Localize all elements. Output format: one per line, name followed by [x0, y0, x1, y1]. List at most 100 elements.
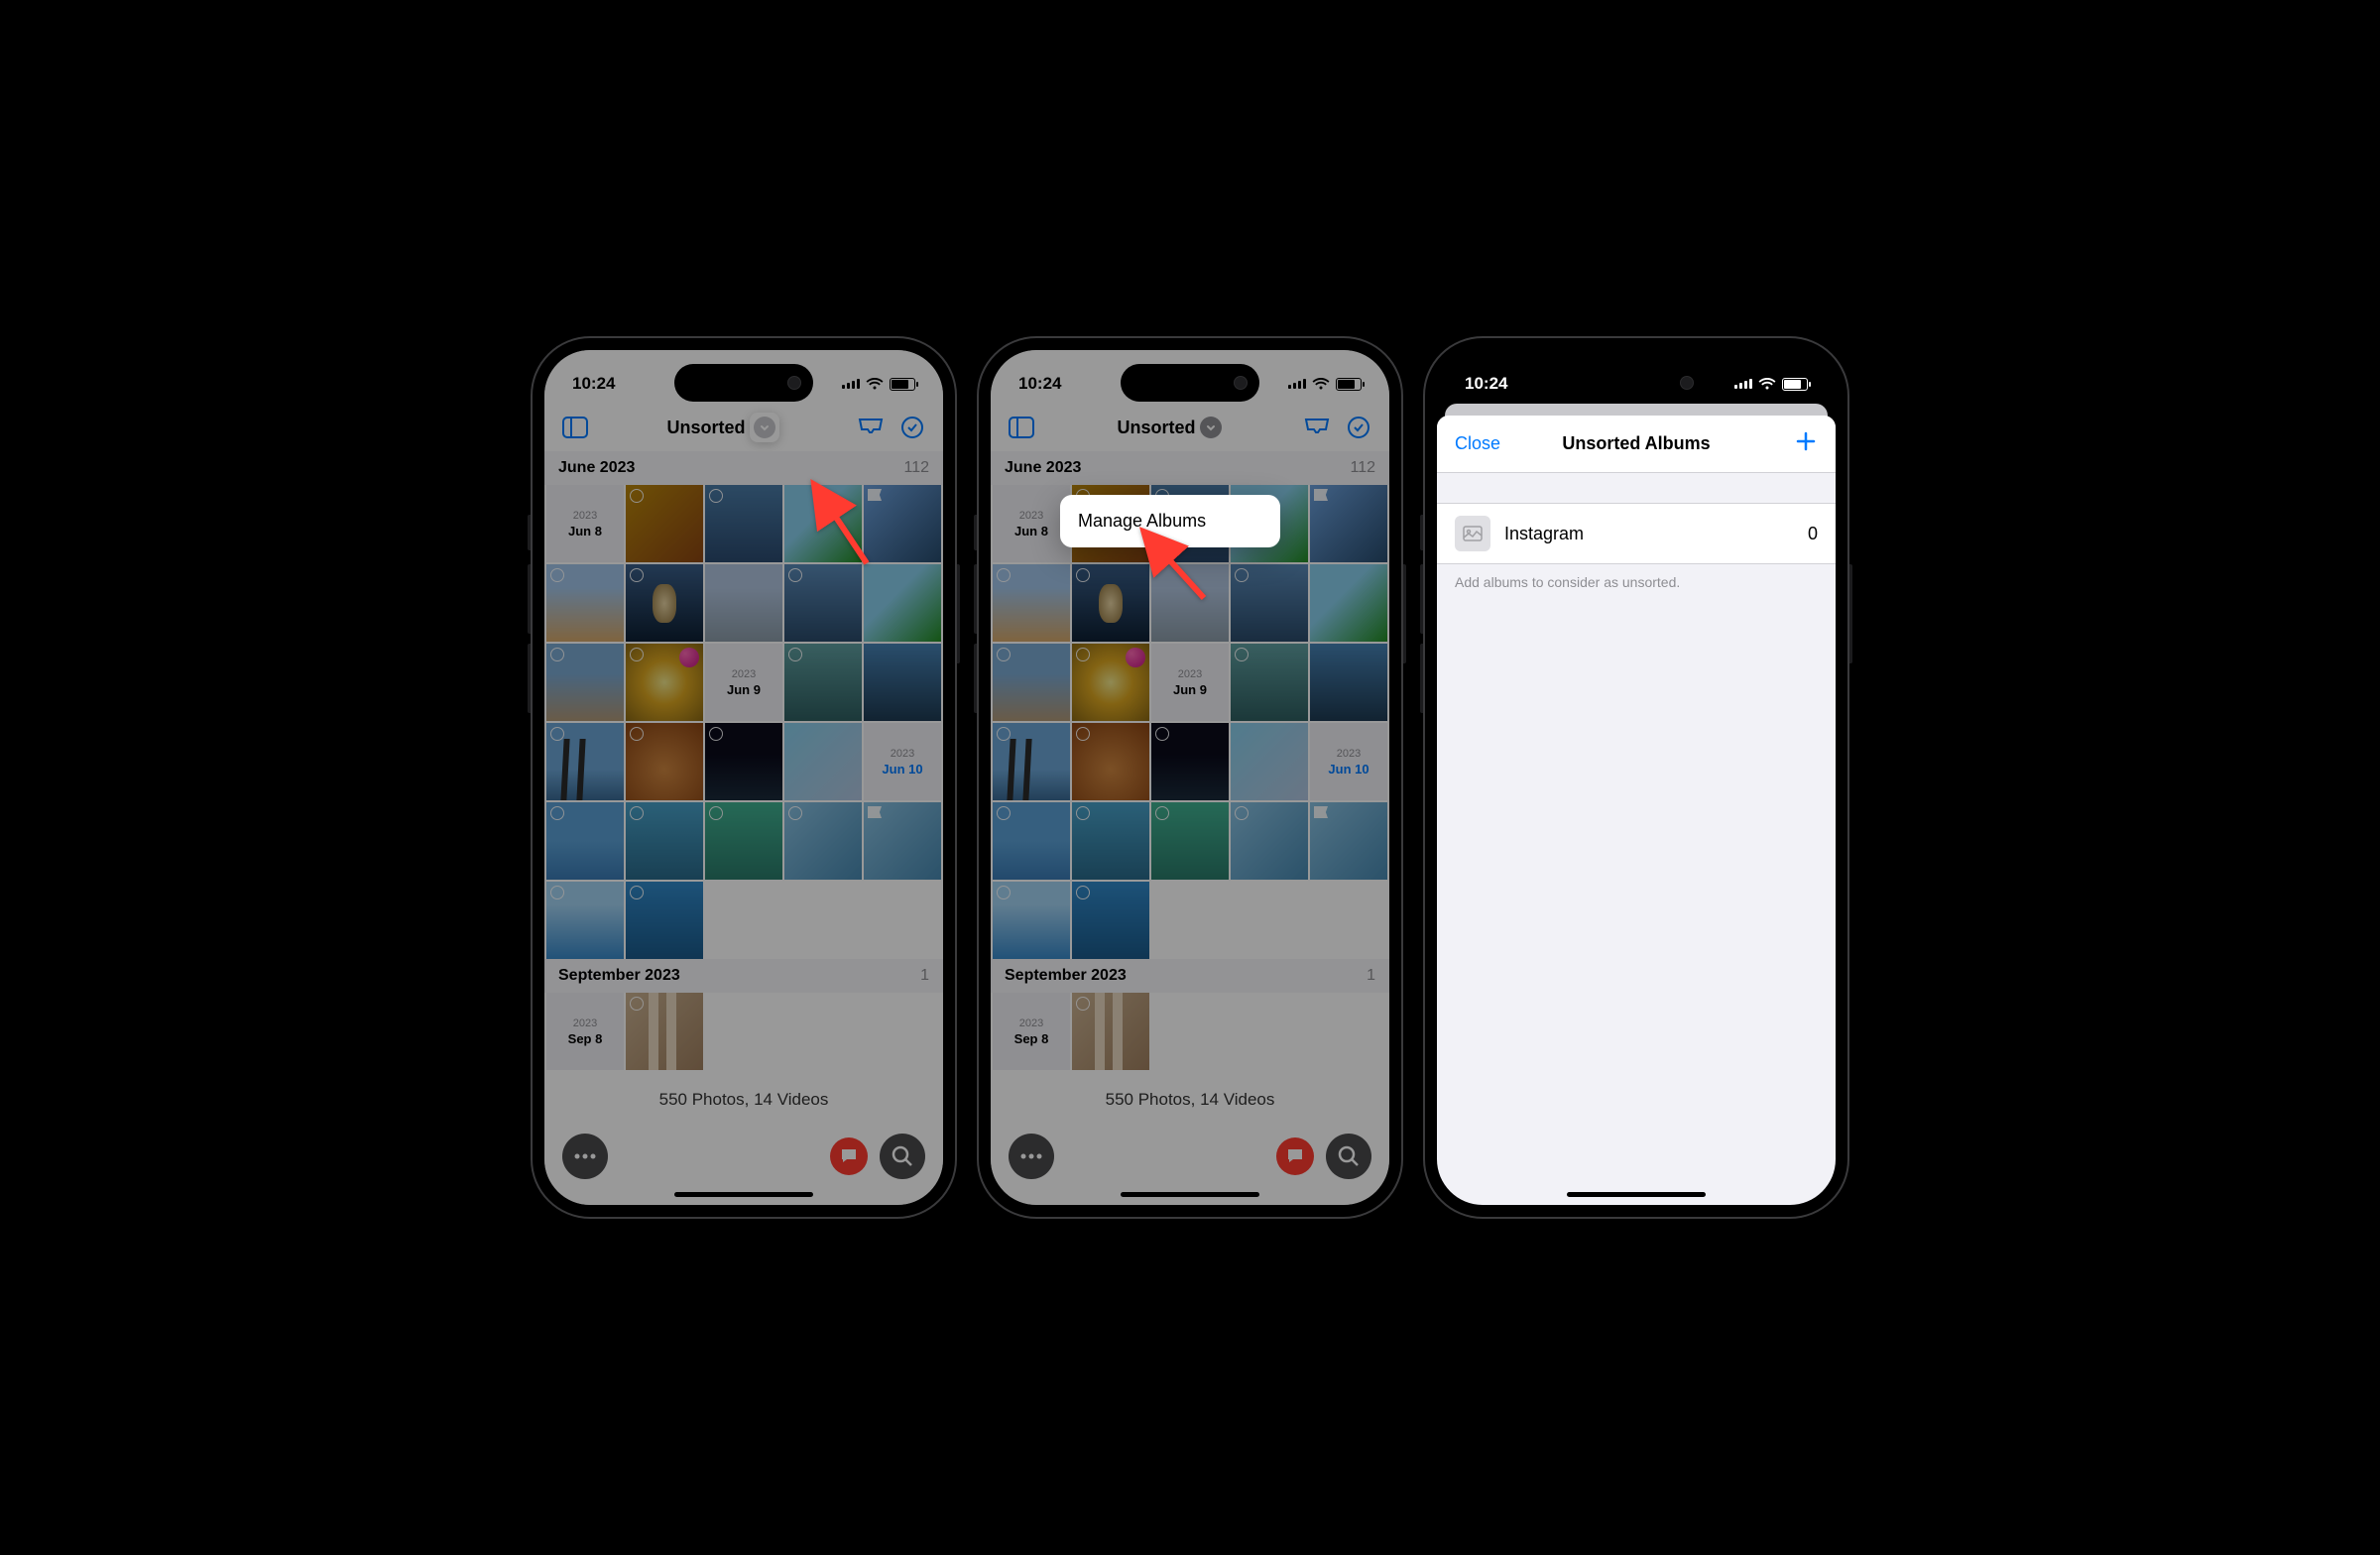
photo-thumbnail[interactable] [705, 485, 782, 562]
select-icon[interactable] [895, 411, 929, 444]
album-row[interactable]: Instagram 0 [1437, 503, 1836, 564]
dynamic-island [1121, 364, 1259, 402]
dynamic-island [674, 364, 813, 402]
photo-thumbnail[interactable] [626, 802, 703, 880]
more-button[interactable] [562, 1134, 608, 1179]
photo-thumbnail[interactable] [1231, 802, 1308, 880]
photo-thumbnail[interactable] [546, 723, 624, 800]
status-time: 10:24 [572, 374, 615, 394]
photo-thumbnail[interactable] [705, 802, 782, 880]
battery-icon [890, 378, 915, 391]
photo-thumbnail[interactable] [784, 723, 862, 800]
search-button[interactable] [1326, 1134, 1371, 1179]
toolbar: Unsorted [544, 404, 943, 451]
date-cell[interactable]: 2023Jun 10 [1310, 723, 1387, 800]
photo-thumbnail[interactable] [546, 802, 624, 880]
sidebar-toggle-icon[interactable] [1005, 411, 1038, 444]
battery-icon [1782, 378, 1808, 391]
photo-thumbnail[interactable] [1231, 644, 1308, 721]
phone-1: 10:24 Unsorted June [531, 336, 957, 1219]
status-time: 10:24 [1018, 374, 1061, 394]
photo-thumbnail[interactable] [626, 644, 703, 721]
photo-thumbnail[interactable] [864, 802, 941, 880]
phone-2: 10:24 Unsorted June 2023112 [977, 336, 1403, 1219]
section-header-june: June 2023112 [544, 451, 943, 485]
photo-thumbnail[interactable] [1231, 723, 1308, 800]
status-time: 10:24 [1465, 374, 1507, 394]
photo-thumbnail[interactable] [1310, 564, 1387, 642]
photo-thumbnail[interactable] [705, 723, 782, 800]
album-name: Instagram [1504, 524, 1794, 544]
inbox-icon[interactable] [854, 411, 888, 444]
photo-thumbnail[interactable] [626, 564, 703, 642]
modal-sheet: Close Unsorted Albums Instagram 0 Add al… [1437, 416, 1836, 1205]
chevron-down-icon [754, 417, 775, 438]
photo-thumbnail[interactable] [705, 564, 782, 642]
chat-button[interactable] [1276, 1137, 1314, 1175]
inbox-icon[interactable] [1300, 411, 1334, 444]
date-cell[interactable]: 2023Sep 8 [993, 993, 1070, 1070]
section-header-sept: September 20231 [991, 959, 1389, 993]
wifi-icon [1312, 378, 1330, 391]
phone-3: 10:24 Close Unsorted Albums Instagram 0 [1423, 336, 1849, 1219]
date-cell[interactable]: 2023Jun 8 [546, 485, 624, 562]
date-cell[interactable]: 2023Jun 9 [705, 644, 782, 721]
title-dropdown-button[interactable] [750, 413, 779, 442]
photo-thumbnail[interactable] [1310, 485, 1387, 562]
page-title: Unsorted [1046, 417, 1292, 438]
hint-text: Add albums to consider as unsorted. [1437, 564, 1836, 600]
photo-thumbnail[interactable] [784, 644, 862, 721]
add-button[interactable] [1758, 429, 1818, 458]
more-button[interactable] [1009, 1134, 1054, 1179]
date-cell[interactable]: 2023Jun 8 [993, 485, 1070, 562]
wifi-icon [1758, 378, 1776, 391]
photo-thumbnail[interactable] [1231, 564, 1308, 642]
chat-button[interactable] [830, 1137, 868, 1175]
summary-text: 550 Photos, 14 Videos [991, 1070, 1389, 1130]
photo-thumbnail[interactable] [864, 644, 941, 721]
annotation-arrow [802, 479, 882, 583]
photo-thumbnail[interactable] [1310, 644, 1387, 721]
toolbar: Unsorted [991, 404, 1389, 451]
photo-thumbnail[interactable] [1072, 882, 1149, 959]
date-cell[interactable]: 2023Jun 10 [864, 723, 941, 800]
photo-thumbnail[interactable] [784, 802, 862, 880]
cellular-icon [1734, 379, 1752, 389]
select-icon[interactable] [1342, 411, 1375, 444]
section-header-sept: September 20231 [544, 959, 943, 993]
close-button[interactable]: Close [1455, 433, 1514, 454]
photo-thumbnail[interactable] [626, 882, 703, 959]
cellular-icon [842, 379, 860, 389]
photo-thumbnail[interactable] [993, 802, 1070, 880]
photo-thumbnail[interactable] [993, 644, 1070, 721]
photo-thumbnail[interactable] [1310, 802, 1387, 880]
date-cell[interactable]: 2023Sep 8 [546, 993, 624, 1070]
photo-thumbnail[interactable] [546, 564, 624, 642]
album-thumb-icon [1455, 516, 1490, 551]
summary-text: 550 Photos, 14 Videos [544, 1070, 943, 1130]
battery-icon [1336, 378, 1362, 391]
photo-thumbnail[interactable] [993, 723, 1070, 800]
photo-thumbnail[interactable] [1072, 993, 1149, 1070]
sidebar-toggle-icon[interactable] [558, 411, 592, 444]
photo-thumbnail[interactable] [626, 723, 703, 800]
photo-thumbnail[interactable] [626, 993, 703, 1070]
photo-thumbnail[interactable] [546, 882, 624, 959]
cellular-icon [1288, 379, 1306, 389]
photo-thumbnail[interactable] [1072, 802, 1149, 880]
date-cell[interactable]: 2023Jun 9 [1151, 644, 1229, 721]
search-button[interactable] [880, 1134, 925, 1179]
chevron-down-icon[interactable] [1200, 417, 1222, 438]
wifi-icon [866, 378, 884, 391]
photo-thumbnail[interactable] [1151, 723, 1229, 800]
photo-thumbnail[interactable] [1072, 723, 1149, 800]
photo-thumbnail[interactable] [1151, 802, 1229, 880]
sheet-navbar: Close Unsorted Albums [1437, 416, 1836, 473]
photo-thumbnail[interactable] [1072, 644, 1149, 721]
photo-thumbnail[interactable] [546, 644, 624, 721]
dynamic-island [1567, 364, 1706, 402]
photo-thumbnail[interactable] [993, 564, 1070, 642]
photo-thumbnail[interactable] [993, 882, 1070, 959]
photo-thumbnail[interactable] [626, 485, 703, 562]
annotation-arrow [1130, 524, 1219, 618]
